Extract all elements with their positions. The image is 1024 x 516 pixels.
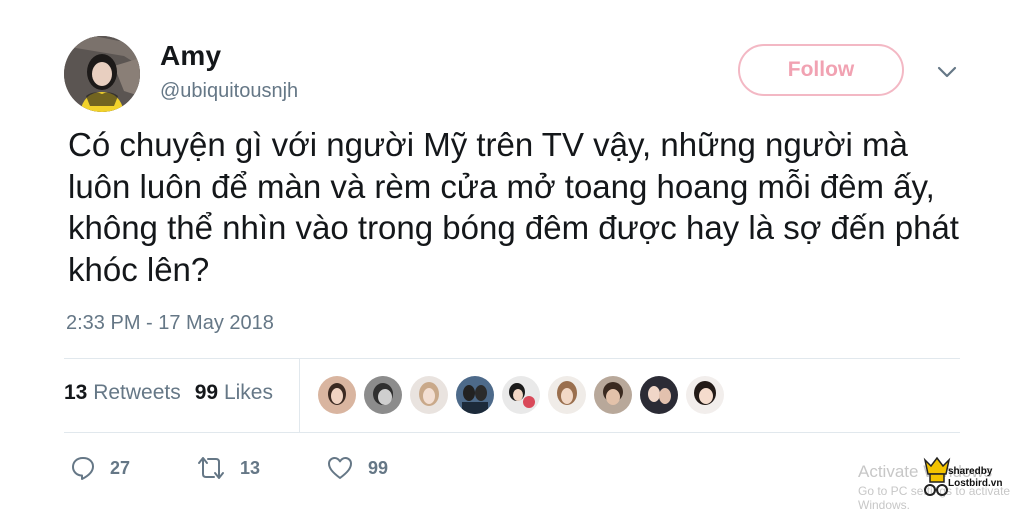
lostbird-logo-text: sharedby Lostbird.vn xyxy=(948,466,1002,490)
liker-avatar[interactable] xyxy=(640,376,678,414)
like-action[interactable]: 99 xyxy=(326,455,388,481)
avatar[interactable] xyxy=(64,36,140,112)
reply-icon xyxy=(72,457,94,480)
liker-avatar[interactable] xyxy=(686,376,724,414)
divider xyxy=(64,358,960,359)
user-handle[interactable]: @ubiquitousnjh xyxy=(160,80,298,103)
display-name[interactable]: Amy xyxy=(160,40,221,72)
tweet-timestamp[interactable]: 2:33 PM - 17 May 2018 xyxy=(66,312,274,335)
retweet-action[interactable]: 13 xyxy=(196,455,260,481)
avatar-image xyxy=(64,36,140,112)
likes-label: Likes xyxy=(223,381,273,404)
liker-avatar[interactable] xyxy=(318,376,356,414)
likers-avatars xyxy=(318,376,724,414)
liker-avatar[interactable] xyxy=(548,376,586,414)
divider xyxy=(64,432,960,433)
retweet-count: 13 xyxy=(240,457,261,478)
liker-avatar[interactable] xyxy=(456,376,494,414)
reply-count: 27 xyxy=(110,457,131,478)
retweets-stat[interactable]: 13 Retweets xyxy=(64,381,181,405)
tweet-text: Có chuyện gì với người Mỹ trên TV vậy, n… xyxy=(68,126,959,288)
liker-avatar[interactable] xyxy=(410,376,448,414)
logo-line-1: sharedby xyxy=(948,466,993,477)
retweets-count: 13 xyxy=(64,381,88,404)
follow-button[interactable]: Follow xyxy=(738,44,904,96)
heart-icon xyxy=(328,457,352,479)
chevron-down-icon[interactable] xyxy=(936,64,958,80)
logo-line-2: Lostbird.vn xyxy=(948,478,1003,489)
retweet-icon xyxy=(198,457,224,479)
liker-avatar[interactable] xyxy=(364,376,402,414)
likes-count: 99 xyxy=(194,381,219,404)
liker-avatar[interactable] xyxy=(502,376,540,414)
tweet-stats: 13 Retweets 99 Likes xyxy=(64,381,273,405)
retweets-label: Retweets xyxy=(93,381,181,404)
liker-avatar[interactable] xyxy=(594,376,632,414)
like-count: 99 xyxy=(368,457,389,478)
reply-action[interactable]: 27 xyxy=(70,455,130,481)
likes-stat[interactable]: 99 Likes xyxy=(195,381,273,405)
stats-separator xyxy=(299,358,300,432)
